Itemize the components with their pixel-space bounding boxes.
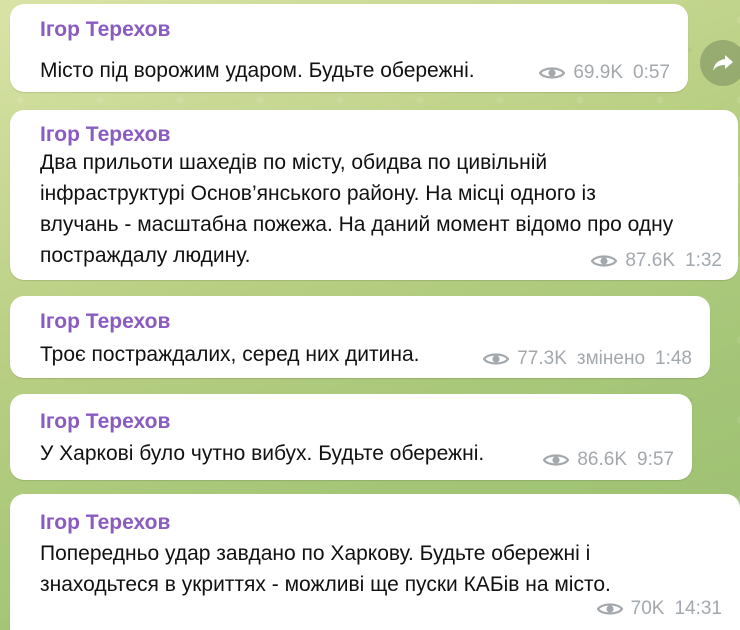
message-author[interactable]: Ігор Терехов <box>40 18 170 42</box>
eye-icon <box>543 454 570 466</box>
edited-label: змінено <box>576 348 646 369</box>
view-count: 87.6K <box>625 250 676 271</box>
share-arrow-icon <box>713 55 733 71</box>
message-meta: 70K 14:31 <box>596 598 722 620</box>
eye-icon <box>591 255 618 267</box>
message-text: Місто під ворожим ударом. Будьте обережн… <box>40 59 475 82</box>
message-time: 14:31 <box>674 598 722 619</box>
view-count: 77.3K <box>517 348 567 369</box>
view-count: 86.6K <box>577 449 628 470</box>
message-author[interactable]: Ігор Терехов <box>40 310 170 334</box>
message-time: 1:32 <box>685 250 722 271</box>
eye-icon <box>539 67 566 79</box>
message-text: Два прильоти шахедів по місту, обидва по… <box>40 151 674 267</box>
message-time: 1:48 <box>655 348 692 369</box>
message-text: У Харкові було чутно вибух. Будьте обере… <box>40 442 485 465</box>
message-text: Троє постраждалих, серед них дитина. <box>40 343 420 366</box>
view-count: 69.9K <box>573 62 624 83</box>
message-meta: 77.3K змінено 1:48 <box>483 348 692 370</box>
message-meta: 86.6K 9:57 <box>543 449 674 471</box>
message-meta: 69.9K 0:57 <box>539 62 670 84</box>
message-bubble[interactable]: Ігор Терехов У Харкові було чутно вибух.… <box>10 394 692 480</box>
share-button[interactable] <box>700 40 740 86</box>
eye-icon <box>483 353 510 365</box>
message-bubble[interactable]: Ігор Терехов Попередньо удар завдано по … <box>10 494 740 630</box>
message-bubble[interactable]: Ігор Терехов Місто під ворожим ударом. Б… <box>10 4 688 92</box>
message-time: 9:57 <box>637 449 674 470</box>
message-author[interactable]: Ігор Терехов <box>40 410 170 434</box>
message-meta: 87.6K 1:32 <box>591 250 722 272</box>
message-author[interactable]: Ігор Терехов <box>40 511 170 535</box>
message-bubble[interactable]: Ігор Терехов Троє постраждалих, серед ни… <box>10 296 710 378</box>
view-count: 70K <box>630 598 665 619</box>
message-time: 0:57 <box>633 62 670 83</box>
message-bubble[interactable]: Ігор Терехов Два прильоти шахедів по міс… <box>10 110 738 280</box>
message-author[interactable]: Ігор Терехов <box>40 123 170 147</box>
eye-icon <box>596 603 623 615</box>
message-text: Попередньо удар завдано по Харкову. Будь… <box>40 542 611 596</box>
